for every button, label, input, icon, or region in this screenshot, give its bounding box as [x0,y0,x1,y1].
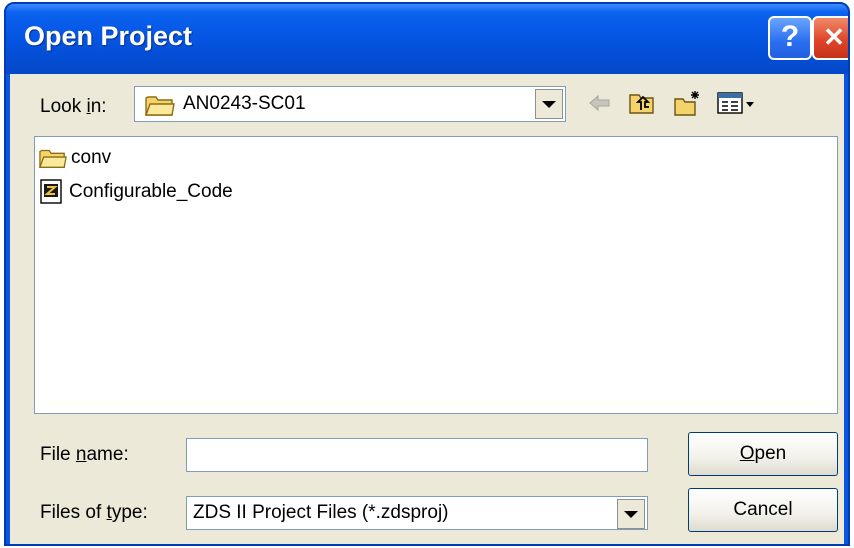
file-name-input[interactable] [186,438,648,472]
open-project-dialog: Open Project ? ✕ Look in: AN0243-SC01 co… [4,2,850,546]
help-button[interactable]: ? [768,16,812,60]
up-folder-icon [629,94,654,114]
dialog-title: Open Project [24,21,193,51]
back-arrow-icon [589,94,610,112]
up-one-level-button[interactable] [626,88,658,118]
look-in-value: AN0243-SC01 [183,93,306,114]
dialog-body: Look in: AN0243-SC01 conv Configurable_C… [10,74,844,544]
list-item-conv[interactable]: conv [39,143,111,173]
folder-icon [145,96,175,116]
create-new-folder-button[interactable] [672,88,704,118]
file-name: Configurable_Code [69,181,233,202]
file-list[interactable]: conv Configurable_Code [34,136,838,414]
view-menu-button[interactable] [714,88,758,118]
back-button[interactable] [584,88,616,118]
title-bar[interactable]: Open Project ? ✕ [6,4,848,74]
chevron-down-icon [624,510,638,518]
look-in-dropdown-arrow[interactable] [535,89,563,119]
zds-project-file-icon [40,179,62,204]
files-of-type-dropdown[interactable]: ZDS II Project Files (*.zdsproj) [186,496,648,530]
open-button[interactable]: Open [688,432,838,476]
close-button[interactable]: ✕ [812,16,848,60]
file-name: conv [71,147,112,168]
files-of-type-value: ZDS II Project Files (*.zdsproj) [193,502,449,523]
file-name-label: File name: [40,444,129,465]
close-icon: ✕ [823,22,845,52]
help-icon: ? [780,20,800,53]
files-of-type-dropdown-arrow[interactable] [617,499,645,529]
chevron-down-icon [542,100,556,108]
view-menu-icon [717,92,754,114]
new-folder-icon [674,91,699,116]
cancel-button[interactable]: Cancel [688,488,838,532]
folder-icon [39,149,67,168]
look-in-dropdown[interactable]: AN0243-SC01 [134,86,566,122]
files-of-type-label: Files of type: [40,502,148,523]
look-in-label: Look in: [40,96,107,117]
list-item-configurable-code[interactable]: Configurable_Code [39,177,233,207]
